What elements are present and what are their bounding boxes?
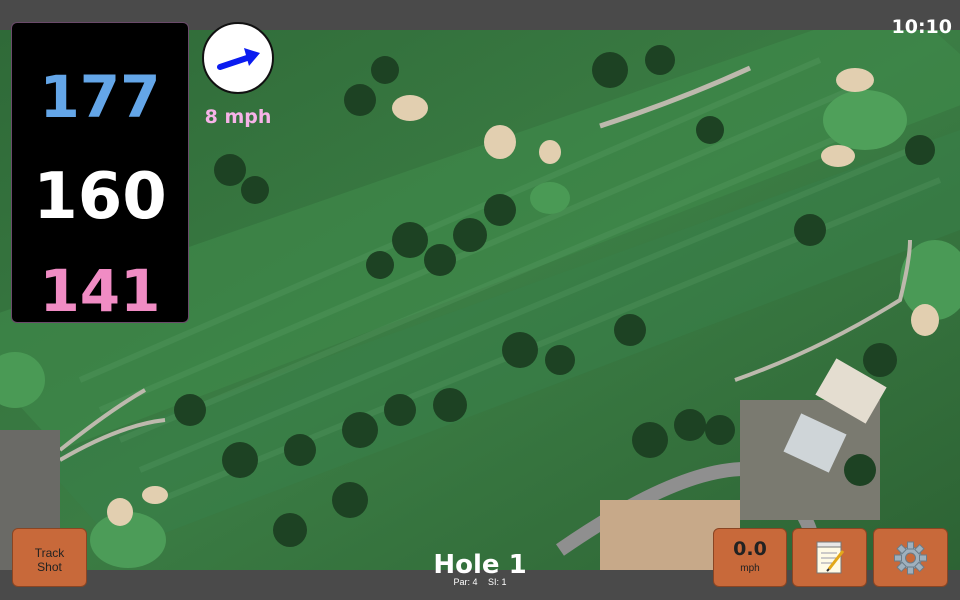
scorecard-notes-button[interactable] <box>792 528 867 587</box>
wind-direction-indicator <box>202 22 274 94</box>
hole-stroke-index: SI: 1 <box>488 577 507 587</box>
notepad-icon <box>816 541 845 574</box>
yardage-panel: 177 160 141 <box>11 22 189 325</box>
hole-par: Par: 4 <box>453 577 478 587</box>
front-yardage: 141 <box>39 257 161 325</box>
hole-title: Hole 1 <box>433 550 527 580</box>
speed-unit: mph <box>740 563 760 574</box>
track-shot-label-line1: Track <box>34 546 65 560</box>
hole-info: Par: 4 SI: 1 <box>380 577 580 587</box>
track-shot-button[interactable]: Track Shot <box>12 528 87 587</box>
back-yardage: 177 <box>39 63 161 131</box>
track-shot-label-line2: Shot <box>37 560 62 574</box>
speed-value: 0.0 <box>733 538 767 560</box>
speed-button[interactable]: 0.0 mph <box>713 528 787 587</box>
wind-speed-label: 8 mph <box>204 106 272 128</box>
gear-icon <box>894 541 927 575</box>
middle-yardage: 160 <box>33 160 167 234</box>
wind-direction-arrow-icon <box>217 48 260 70</box>
status-clock: 10:10 <box>891 16 952 38</box>
settings-button[interactable] <box>873 528 948 587</box>
